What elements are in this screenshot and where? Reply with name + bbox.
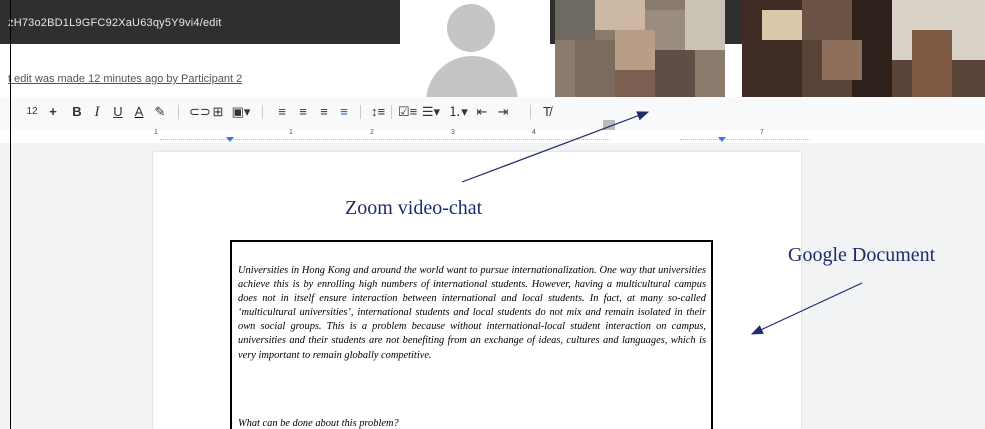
bulleted-list-icon[interactable]: ☰▾ [420,102,442,122]
indent-marker-icon[interactable] [226,137,234,142]
font-size-field[interactable]: 12 [22,102,42,122]
toolbar-divider [178,105,179,119]
avatar-placeholder-icon [447,4,495,52]
clear-formatting-icon[interactable]: T̸ [540,102,554,122]
increase-font-button[interactable]: + [46,102,60,122]
ruler-label: 4 [532,129,536,136]
toolbar-divider [262,105,263,119]
align-justify-icon[interactable]: ≡ [337,102,351,122]
ruler-scale-right [680,132,810,140]
zoom-annotation-label: Zoom video-chat [345,197,483,219]
ruler-margin-block [603,120,615,130]
decrease-indent-icon[interactable]: ⇤ [475,102,489,122]
line-spacing-icon[interactable]: ↕≡ [370,102,386,122]
frame-border [10,0,11,429]
avatar-body-shape [426,56,518,97]
right-indent-marker-icon[interactable] [718,137,726,142]
bold-button[interactable]: B [70,102,84,122]
question-text: What can be done about this problem? [238,418,399,429]
ruler-label: 1 [154,129,158,136]
comment-icon[interactable]: ⊞ [210,102,226,122]
last-edit-link[interactable]: t edit was made 12 minutes ago by Partic… [8,73,242,85]
video-tile-pixelated-1 [555,0,725,97]
ruler-label: 1 [289,129,293,136]
ruler-label: 3 [451,129,455,136]
docs-toolbar: 12 + B I U A ✎ ⊂⊃ ⊞ ▣▾ ≡ ≡ ≡ ≡ ↕≡ ☑≡ ☰▾ … [0,97,985,130]
ruler-label: 2 [370,129,374,136]
edit-info-bar: t edit was made 12 minutes ago by Partic… [0,44,400,90]
checklist-icon[interactable]: ☑≡ [398,102,417,122]
passage-text: Universities in Hong Kong and around the… [238,265,706,361]
underline-button[interactable]: U [111,102,125,122]
toolbar-divider [360,105,361,119]
video-tile-participant [400,0,550,97]
text-color-button[interactable]: A [132,102,146,122]
increase-indent-icon[interactable]: ⇥ [496,102,510,122]
toolbar-divider [530,105,531,119]
align-left-icon[interactable]: ≡ [275,102,289,122]
insert-image-icon[interactable]: ▣▾ [230,102,252,122]
numbered-list-icon[interactable]: ⒈▾ [447,102,469,122]
toolbar-divider [391,105,392,119]
ruler-label: 7 [760,129,764,136]
highlight-icon[interactable]: ✎ [153,102,167,122]
italic-button[interactable]: I [90,102,104,122]
url-text[interactable]: zH73o2BD1L9GFC92XaU63qy5Y9vi4/edit [8,17,221,29]
passage-box[interactable]: Universities in Hong Kong and around the… [230,240,713,429]
video-tile-pixelated-2 [742,0,985,97]
align-right-icon[interactable]: ≡ [317,102,331,122]
google-doc-annotation-label: Google Document [788,244,936,266]
link-icon[interactable]: ⊂⊃ [189,102,211,122]
align-center-icon[interactable]: ≡ [296,102,310,122]
ruler[interactable] [0,129,985,143]
